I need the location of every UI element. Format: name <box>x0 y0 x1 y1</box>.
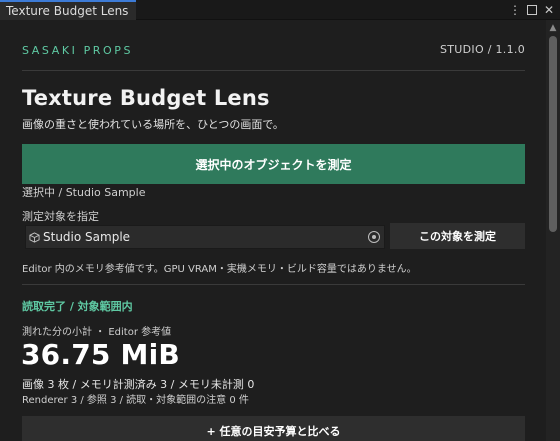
image-counts: 画像 3 枚 / メモリ計測済み 3 / メモリ未計測 0 <box>22 378 255 391</box>
target-object-field[interactable]: Studio Sample <box>25 225 385 249</box>
status-label: 読取完了 / 対象範囲内 <box>22 300 133 313</box>
compare-budget-button[interactable]: + 任意の目安予算と比べる <box>22 416 525 441</box>
cube-icon <box>29 231 40 243</box>
target-label: 測定対象を指定 <box>22 210 99 223</box>
scrollbar-thumb[interactable] <box>549 36 557 232</box>
version-label: STUDIO / 1.1.0 <box>439 43 525 56</box>
measure-selected-button[interactable]: 選択中のオブジェクトを測定 <box>22 144 525 184</box>
measure-target-button[interactable]: この対象を測定 <box>390 223 525 249</box>
selection-info: 選択中 / Studio Sample <box>22 186 146 199</box>
page-title: Texture Budget Lens <box>22 86 270 110</box>
brand-label: SASAKI PROPS <box>22 44 134 57</box>
page-subtitle: 画像の重さと使われている場所を、ひとつの画面で。 <box>22 118 284 131</box>
vertical-scrollbar[interactable]: ▲ <box>546 20 560 441</box>
renderer-counts: Renderer 3 / 参照 3 / 読取・対象範囲の注意 0 件 <box>22 395 249 406</box>
vertical-ellipsis-icon[interactable]: ⋮ <box>508 2 522 18</box>
target-object-value: Studio Sample <box>43 230 131 244</box>
window-tab-title: Texture Budget Lens <box>6 4 129 18</box>
tab-bar: Texture Budget Lens ⋮ ✕ <box>0 0 560 20</box>
inspector-panel: SASAKI PROPS STUDIO / 1.1.0 Texture Budg… <box>0 20 546 441</box>
close-icon[interactable]: ✕ <box>542 2 556 18</box>
total-memory-value: 36.75 MiB <box>21 338 180 371</box>
object-picker-icon[interactable] <box>368 231 380 243</box>
divider <box>22 284 525 285</box>
memory-note: Editor 内のメモリ参考値です。GPU VRAM・実機メモリ・ビルド容量では… <box>22 264 417 275</box>
maximize-icon[interactable] <box>525 2 539 18</box>
divider <box>22 70 525 71</box>
subtotal-label: 測れた分の小計 ・ Editor 参考値 <box>22 327 172 338</box>
scroll-up-icon[interactable]: ▲ <box>546 22 560 34</box>
window-tab[interactable]: Texture Budget Lens <box>0 0 136 20</box>
